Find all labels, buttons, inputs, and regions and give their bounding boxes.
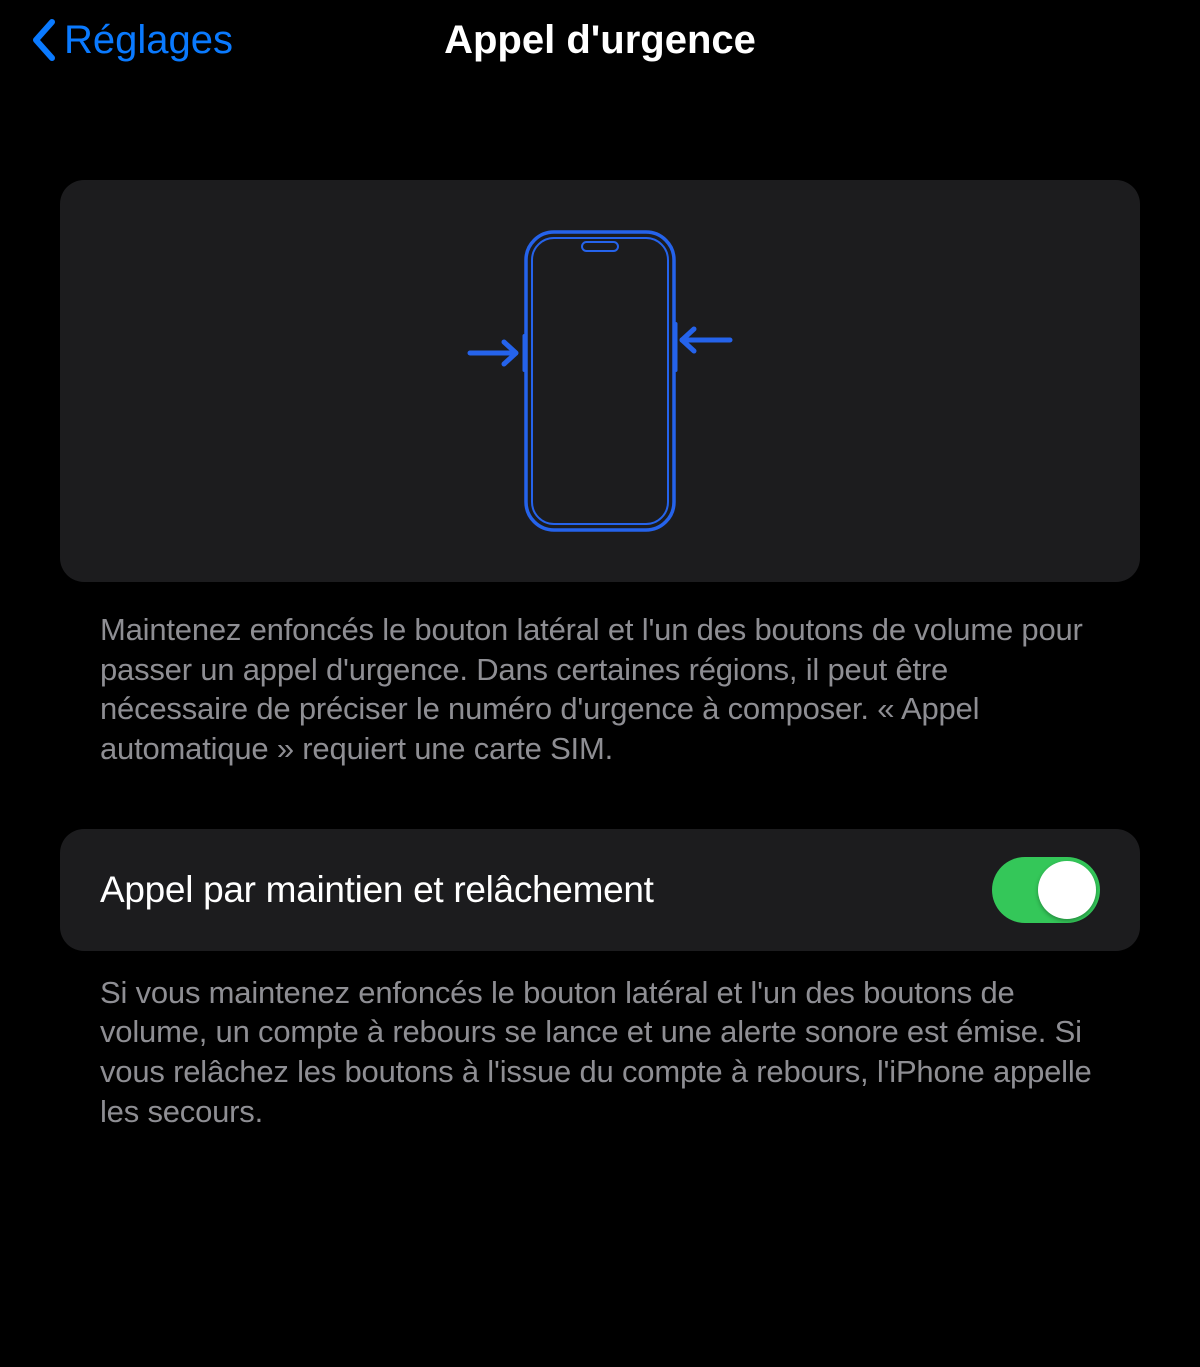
toggle-hold-release[interactable] — [992, 857, 1100, 923]
phone-illustration — [460, 226, 740, 536]
illustration-description: Maintenez enfoncés le bouton latéral et … — [60, 610, 1140, 769]
setting-description: Si vous maintenez enfoncés le bouton lat… — [60, 973, 1140, 1132]
illustration-card — [60, 180, 1140, 582]
content-area: Maintenez enfoncés le bouton latéral et … — [0, 180, 1200, 1131]
page-title: Appel d'urgence — [444, 18, 756, 63]
navigation-header: Réglages Appel d'urgence — [0, 0, 1200, 80]
chevron-left-icon — [30, 18, 56, 62]
back-button[interactable]: Réglages — [30, 18, 233, 63]
setting-label: Appel par maintien et relâchement — [100, 869, 654, 911]
toggle-knob — [1038, 861, 1096, 919]
setting-row-hold-release: Appel par maintien et relâchement — [60, 829, 1140, 951]
back-label: Réglages — [64, 18, 233, 63]
